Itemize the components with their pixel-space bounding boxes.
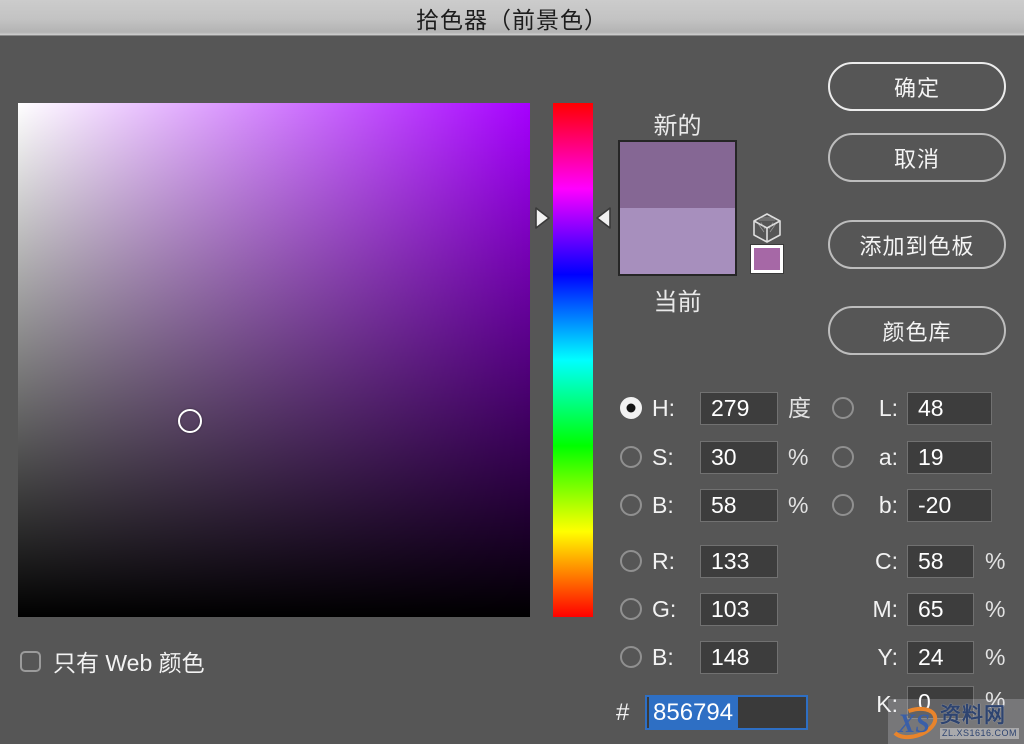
hue-slider[interactable]	[553, 103, 593, 617]
b2-input[interactable]	[700, 641, 778, 674]
hue-slider-left-arrow-icon[interactable]	[532, 204, 552, 232]
b-unit: %	[788, 489, 808, 522]
r-input[interactable]	[700, 545, 778, 578]
l-input[interactable]	[907, 392, 992, 425]
color-libraries-button[interactable]: 颜色库	[828, 306, 1006, 355]
only-web-colors-checkbox[interactable]	[20, 651, 41, 672]
h-radio[interactable]	[620, 397, 642, 419]
svg-text:XS: XS	[897, 709, 930, 738]
add-to-swatches-button[interactable]: 添加到色板	[828, 220, 1006, 269]
color-field-marker[interactable]	[178, 409, 202, 433]
color-picker-dialog: 拾色器（前景色） 新的 当前 确定 取消 添加到色板 颜色库 H:	[0, 0, 1024, 744]
s-unit: %	[788, 441, 808, 474]
y-label: Y:	[852, 641, 898, 674]
watermark-logo-icon: XS	[888, 699, 940, 744]
y-input[interactable]	[907, 641, 974, 674]
new-current-swatch	[618, 140, 737, 276]
only-web-colors-row[interactable]: 只有 Web 颜色	[20, 644, 205, 678]
new-color-label: 新的	[618, 106, 737, 141]
h-input[interactable]	[700, 392, 778, 425]
h-label: H:	[652, 392, 675, 425]
s-radio[interactable]	[620, 446, 642, 468]
hue-slider-right-arrow-icon[interactable]	[594, 204, 614, 232]
s-label: S:	[652, 441, 674, 474]
y-unit: %	[985, 641, 1005, 674]
current-color-label: 当前	[618, 282, 737, 317]
saturation-brightness-field[interactable]	[18, 103, 530, 617]
c-unit: %	[985, 545, 1005, 578]
b-label: B:	[652, 489, 674, 522]
watermark-site-name: 资料网	[940, 705, 1019, 727]
only-web-colors-label: 只有 Web 颜色	[53, 644, 205, 678]
b-radio[interactable]	[620, 494, 642, 516]
l-radio[interactable]	[832, 397, 854, 419]
m-input[interactable]	[907, 593, 974, 626]
m-label: M:	[852, 593, 898, 626]
b2-radio[interactable]	[620, 646, 642, 668]
lab-b-label: b:	[852, 489, 898, 522]
a-radio[interactable]	[832, 446, 854, 468]
s-input[interactable]	[700, 441, 778, 474]
watermark-site-url: ZL.XS1616.COM	[940, 728, 1019, 739]
watermark: XS 资料网 ZL.XS1616.COM	[888, 699, 1024, 744]
new-color-swatch	[620, 142, 735, 208]
g-label: G:	[652, 593, 676, 626]
r-label: R:	[652, 545, 675, 578]
web-gamut-warning-cube-icon[interactable]	[750, 211, 784, 245]
c-label: C:	[852, 545, 898, 578]
b-input[interactable]	[700, 489, 778, 522]
dialog-title: 拾色器（前景色）	[416, 1, 608, 35]
g-radio[interactable]	[620, 598, 642, 620]
ok-button[interactable]: 确定	[828, 62, 1006, 111]
title-bar: 拾色器（前景色）	[0, 0, 1024, 36]
websafe-color-swatch[interactable]	[751, 245, 783, 273]
l-label: L:	[852, 392, 898, 425]
cancel-button[interactable]: 取消	[828, 133, 1006, 182]
a-label: a:	[852, 441, 898, 474]
a-input[interactable]	[907, 441, 992, 474]
r-radio[interactable]	[620, 550, 642, 572]
g-input[interactable]	[700, 593, 778, 626]
b2-label: B:	[652, 641, 674, 674]
c-input[interactable]	[907, 545, 974, 578]
h-unit: 度	[788, 392, 811, 425]
current-color-swatch	[620, 208, 735, 274]
hex-prefix: #	[616, 696, 629, 730]
hex-selected-text: 856794	[649, 697, 738, 728]
m-unit: %	[985, 593, 1005, 626]
lab-b-input[interactable]	[907, 489, 992, 522]
hex-input[interactable]: 856794	[645, 695, 808, 730]
lab-b-radio[interactable]	[832, 494, 854, 516]
